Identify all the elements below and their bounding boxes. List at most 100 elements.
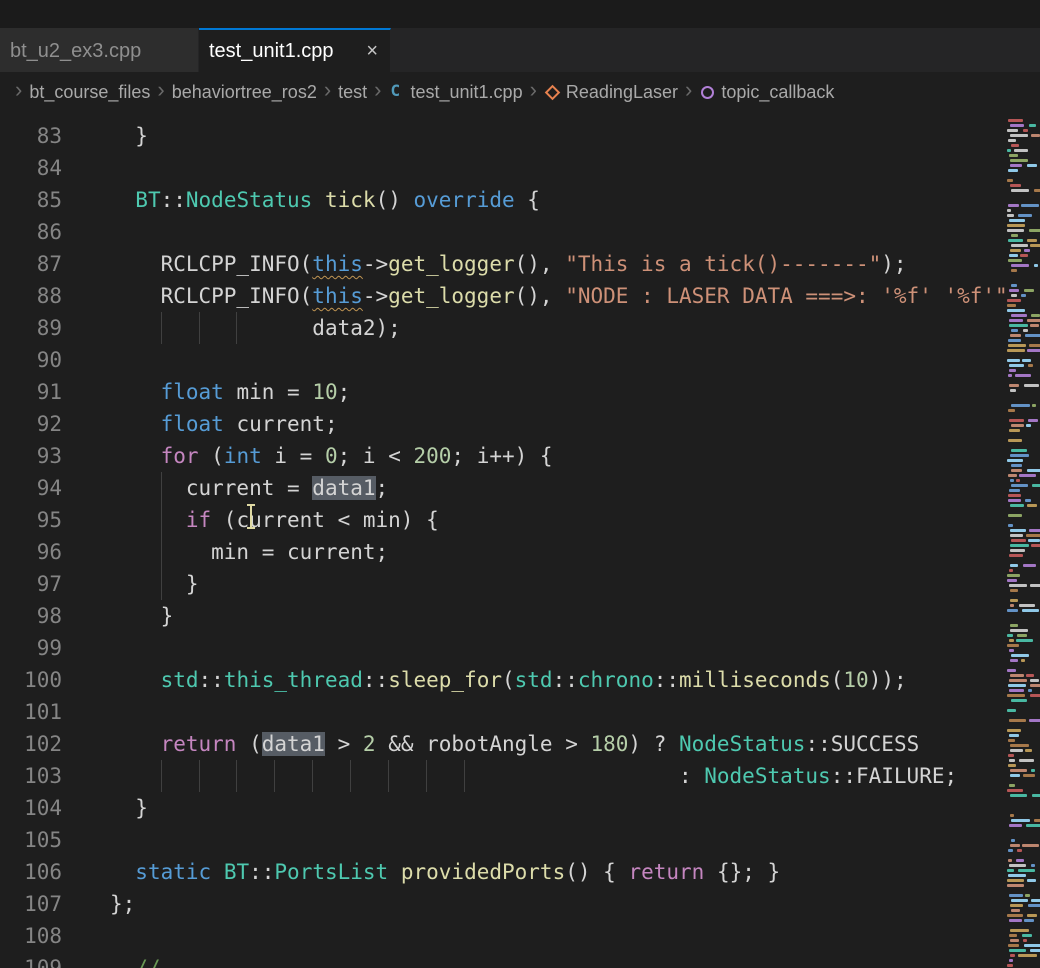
code-line[interactable]: 92 float current; <box>0 408 1040 440</box>
close-icon[interactable]: × <box>366 40 378 63</box>
code-line[interactable]: 87 RCLCPP_INFO(this->get_logger(), "This… <box>0 248 1040 280</box>
line-number[interactable]: 106 <box>0 856 62 888</box>
minimap-line <box>1020 254 1028 257</box>
code-line[interactable]: 97 } <box>0 568 1040 600</box>
minimap-line <box>1011 314 1027 317</box>
line-number[interactable]: 104 <box>0 792 62 824</box>
code-line[interactable]: 100 std::this_thread::sleep_for(std::chr… <box>0 664 1040 696</box>
minimap-line <box>1010 844 1020 847</box>
minimap-line <box>1010 184 1021 187</box>
code-line[interactable]: 99 <box>0 632 1040 664</box>
line-number[interactable]: 95 <box>0 504 62 536</box>
code-line[interactable]: 93 for (int i = 0; i < 200; i++) { <box>0 440 1040 472</box>
line-number[interactable]: 93 <box>0 440 62 472</box>
line-number[interactable]: 90 <box>0 344 62 376</box>
code-token: float <box>161 380 224 404</box>
code-line[interactable]: 101 <box>0 696 1040 728</box>
minimap-line <box>1011 899 1028 902</box>
code-line[interactable]: 89 data2); <box>0 312 1040 344</box>
code-line[interactable]: 103 : NodeStatus::FAILURE; <box>0 760 1040 792</box>
indent-guide <box>236 760 237 792</box>
code-token: ; i < <box>338 444 414 468</box>
code-line[interactable]: 86 <box>0 216 1040 248</box>
line-number[interactable]: 109 <box>0 952 62 968</box>
line-number[interactable]: 97 <box>0 568 62 600</box>
line-number[interactable]: 103 <box>0 760 62 792</box>
line-number[interactable]: 107 <box>0 888 62 920</box>
line-number[interactable]: 89 <box>0 312 62 344</box>
code-line[interactable]: 108 <box>0 920 1040 952</box>
code-line[interactable]: 98 } <box>0 600 1040 632</box>
line-number[interactable]: 98 <box>0 600 62 632</box>
minimap-line <box>1007 224 1025 227</box>
line-number[interactable]: 102 <box>0 728 62 760</box>
line-number[interactable]: 83 <box>0 120 62 152</box>
minimap-line <box>1008 339 1021 342</box>
minimap-line <box>1009 569 1013 572</box>
line-number[interactable]: 101 <box>0 696 62 728</box>
line-number[interactable]: 100 <box>0 664 62 696</box>
chevron-right-icon: › <box>530 79 537 101</box>
minimap-line <box>1009 734 1019 737</box>
line-number[interactable]: 91 <box>0 376 62 408</box>
breadcrumb-item[interactable]: test <box>338 82 367 103</box>
minimap-line <box>1010 624 1018 627</box>
code-line[interactable]: 96 min = current; <box>0 536 1040 568</box>
code-line[interactable]: 91 float min = 10; <box>0 376 1040 408</box>
minimap-line <box>1018 869 1035 872</box>
tab-bt_u2_ex3.cpp[interactable]: bt_u2_ex3.cpp <box>0 28 199 72</box>
minimap-line <box>1007 459 1023 462</box>
code-line[interactable]: 85 BT::NodeStatus tick() override { <box>0 184 1040 216</box>
code-text <box>62 344 1040 376</box>
minimap-line <box>1008 259 1022 262</box>
editor[interactable]: 83 }8485 BT::NodeStatus tick() override … <box>0 112 1040 968</box>
line-number[interactable]: 85 <box>0 184 62 216</box>
breadcrumb-item[interactable]: test_unit1.cpp <box>411 82 523 103</box>
code-token: ) ? <box>628 732 679 756</box>
code-line[interactable]: 83 } <box>0 120 1040 152</box>
code-line[interactable]: 90 <box>0 344 1040 376</box>
line-number[interactable]: 108 <box>0 920 62 952</box>
minimap[interactable] <box>1006 112 1040 968</box>
title-bar <box>0 0 1040 28</box>
code-token: }; <box>110 892 135 916</box>
code-token: ( <box>199 444 224 468</box>
code-line[interactable]: 105 <box>0 824 1040 856</box>
tab-test_unit1.cpp[interactable]: test_unit1.cpp× <box>199 28 391 72</box>
breadcrumb-item[interactable]: topic_callback <box>721 82 834 103</box>
minimap-line <box>1031 769 1035 772</box>
code-text: min = current; <box>62 536 1040 568</box>
code-line[interactable]: 84 <box>0 152 1040 184</box>
code-token: for <box>161 444 199 468</box>
line-number[interactable]: 105 <box>0 824 62 856</box>
minimap-line <box>1029 124 1036 127</box>
line-number[interactable]: 88 <box>0 280 62 312</box>
minimap-line <box>1022 934 1032 937</box>
code-line[interactable]: 106 static BT::PortsList providedPorts()… <box>0 856 1040 888</box>
line-number[interactable]: 96 <box>0 536 62 568</box>
minimap-line <box>1030 679 1039 682</box>
minimap-line <box>1007 789 1023 792</box>
code-line[interactable]: 107}; <box>0 888 1040 920</box>
line-number[interactable]: 92 <box>0 408 62 440</box>
breadcrumb-item[interactable]: bt_course_files <box>29 82 150 103</box>
breadcrumb-item[interactable]: behaviortree_ros2 <box>172 82 317 103</box>
indent-guide <box>161 504 162 536</box>
line-number[interactable]: 94 <box>0 472 62 504</box>
line-number[interactable]: 87 <box>0 248 62 280</box>
code-token: float <box>161 412 224 436</box>
line-number[interactable]: 99 <box>0 632 62 664</box>
code-line[interactable]: 104 } <box>0 792 1040 824</box>
breadcrumb-item[interactable]: ReadingLaser <box>566 82 678 103</box>
code-token: } <box>110 124 148 148</box>
code-line[interactable]: 109 //----------------------------------… <box>0 952 1040 968</box>
code-line[interactable]: 95 if (current < min) { <box>0 504 1040 536</box>
minimap-line <box>1010 334 1021 337</box>
code-line[interactable]: 88 RCLCPP_INFO(this->get_logger(), "NODE… <box>0 280 1040 312</box>
line-number[interactable]: 86 <box>0 216 62 248</box>
code-line[interactable]: 94 current = data1; <box>0 472 1040 504</box>
line-number[interactable]: 84 <box>0 152 62 184</box>
code-line[interactable]: 102 return (data1 > 2 && robotAngle > 18… <box>0 728 1040 760</box>
minimap-line <box>1027 319 1040 322</box>
minimap-line <box>1017 634 1027 637</box>
